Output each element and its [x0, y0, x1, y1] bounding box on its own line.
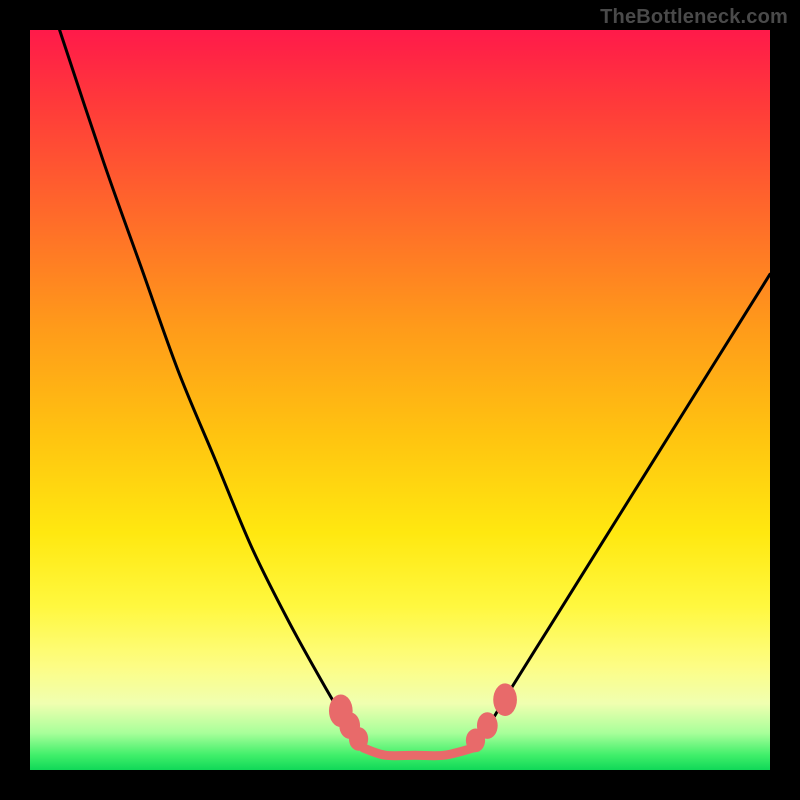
attribution-text: TheBottleneck.com [600, 6, 788, 29]
chart-frame: TheBottleneck.com [0, 0, 800, 800]
chart-overlay-svg [30, 30, 770, 770]
right-marker-2 [477, 712, 498, 739]
valley-link [363, 748, 474, 756]
right-curve [474, 274, 770, 748]
plot-area [30, 30, 770, 770]
curve-markers [329, 683, 517, 752]
left-curve [60, 30, 363, 748]
valley-floor [363, 748, 474, 756]
left-marker-3 [349, 727, 368, 751]
curve-left [60, 30, 363, 748]
curve-right [474, 274, 770, 748]
right-marker-3 [493, 683, 517, 716]
